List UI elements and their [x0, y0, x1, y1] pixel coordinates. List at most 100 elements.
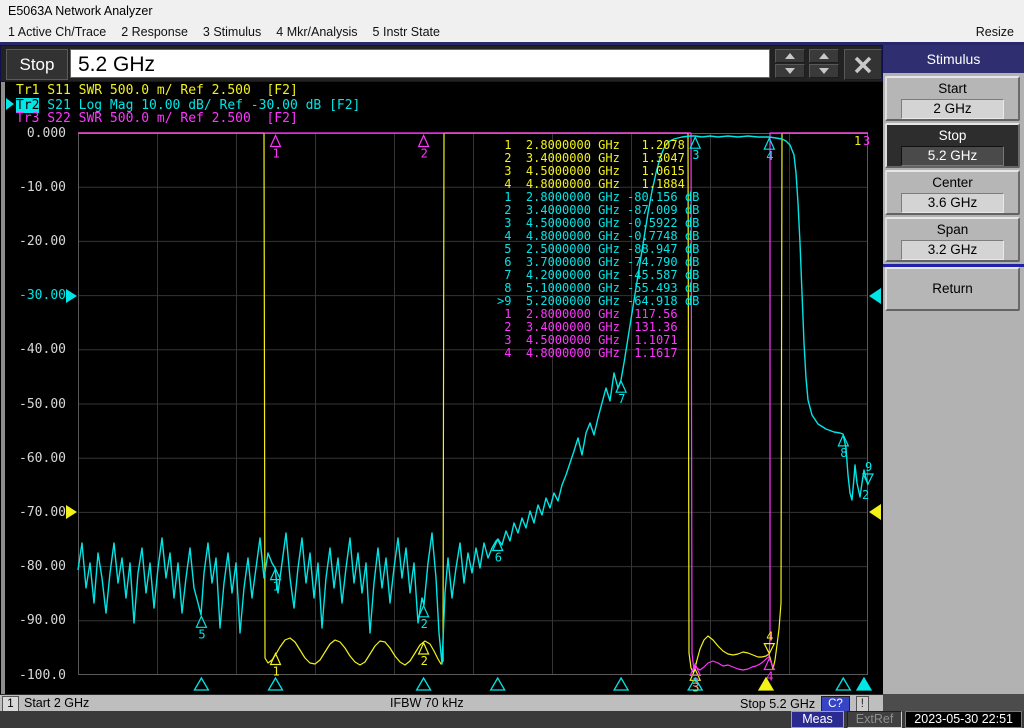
marker-1-label: 1	[273, 580, 280, 594]
softkey-span[interactable]: Span 3.2 GHz	[885, 217, 1020, 262]
softkey-value: 3.2 GHz	[901, 240, 1004, 260]
marker-position-triangle	[417, 678, 431, 690]
trace-format: S22 SWR 500.0 m/ Ref 2.500 [F2]	[39, 111, 297, 126]
yellow-reference-marker-right-icon	[869, 504, 881, 520]
trace-number-edge-label: 3	[863, 134, 870, 148]
y-axis-tick-label: -60.00	[4, 451, 66, 466]
marker-position-triangle	[194, 678, 208, 690]
softkey-stop[interactable]: Stop5.2 GHz	[885, 123, 1020, 168]
menu-item[interactable]: 4 Mkr/Analysis	[276, 25, 357, 39]
marker-table: 1 2.8000000 GHz 1.2078 2 3.4000000 GHz 1…	[497, 139, 699, 360]
marker-1-label: 1	[273, 147, 280, 161]
marker-2-icon	[419, 136, 429, 147]
measurement-plot: 12341234123456789132	[78, 133, 868, 695]
return-button[interactable]: Return	[885, 267, 1020, 311]
extref-status-badge: ExtRef	[847, 711, 903, 728]
step-down-button[interactable]	[775, 64, 805, 78]
trace-info-block: Tr1 S11 SWR 500.0 m/ Ref 2.500 [F2]Tr2 S…	[6, 84, 360, 126]
return-button-label: Return	[887, 269, 1018, 309]
alert-badge: !	[856, 696, 869, 712]
softkey-start[interactable]: Start2 GHz	[885, 76, 1020, 121]
marker-1-label: 1	[273, 665, 280, 679]
marker-position-triangle	[614, 678, 628, 690]
y-axis-tick-label: -40.00	[4, 342, 66, 357]
meas-status-badge: Meas	[791, 711, 844, 728]
step-up-button[interactable]	[775, 49, 805, 63]
softkey-menu-title: Stimulus	[883, 45, 1024, 73]
correction-badge: C?	[821, 696, 850, 712]
stop-frequency-input[interactable]: 5.2 GHz	[70, 49, 770, 78]
trace-definition[interactable]: Tr1 S11 SWR 500.0 m/ Ref 2.500 [F2]	[6, 84, 360, 98]
menu-item[interactable]: 2 Response	[121, 25, 188, 39]
marker-2-label: 2	[421, 617, 428, 631]
step-up-button[interactable]	[809, 49, 839, 63]
y-axis-tick-label: -50.00	[4, 397, 66, 412]
cyan-reference-marker-right-icon	[869, 288, 881, 304]
softkey-label: Span	[887, 222, 1018, 237]
active-trace-arrow-icon	[6, 98, 14, 110]
channel-status-bar: 1 Start 2 GHz IFBW 70 kHz Stop 5.2 GHz C…	[0, 694, 883, 711]
channel-bar-right: Stop 5.2 GHz C? !	[740, 696, 869, 712]
menu-items: 1 Active Ch/Trace 2 Response 3 Stimulus 4 M…	[8, 25, 440, 39]
softkey-value: 3.6 GHz	[901, 193, 1004, 213]
app-window: E5063A Network Analyzer 1 Active Ch/Trac…	[0, 0, 1024, 728]
step-down-button[interactable]	[809, 64, 839, 78]
arrow-down-icon	[819, 68, 829, 74]
marker-7-label: 7	[618, 392, 625, 406]
entry-close-button[interactable]	[844, 49, 882, 80]
y-axis-tick-label: 0.000	[4, 126, 66, 141]
marker-5-icon	[196, 616, 206, 627]
marker-4-icon	[764, 138, 774, 149]
close-icon	[853, 55, 873, 75]
arrow-down-icon	[785, 68, 795, 74]
menubar: 1 Active Ch/Trace 2 Response 3 Stimulus 4 M…	[0, 22, 1024, 45]
softkey-center[interactable]: Center 3.6 GHz	[885, 170, 1020, 215]
trace-name: Tr1	[16, 83, 39, 98]
trace-number-edge-label: 1	[854, 134, 861, 148]
marker-4-label: 4	[766, 149, 773, 163]
start-frequency-readout: Start 2 GHz	[24, 696, 89, 710]
marker-2-label: 2	[421, 654, 428, 668]
y-axis-tick-label: -90.00	[4, 613, 66, 628]
cyan-reference-marker-left-icon	[66, 289, 77, 303]
resize-control[interactable]: Resize	[976, 25, 1014, 39]
trace-number-edge-label: 2	[862, 488, 869, 502]
menu-item[interactable]: 3 Stimulus	[203, 25, 261, 39]
softkey-label: Center	[887, 175, 1018, 190]
marker-position-triangle	[269, 678, 283, 690]
y-axis-tick-label: -70.00	[4, 505, 66, 520]
marker-position-triangle	[857, 678, 871, 690]
y-axis-tick-label: -80.00	[4, 559, 66, 574]
y-axis-tick-label: -30.00	[4, 288, 66, 303]
marker-1-icon	[271, 136, 281, 147]
channel-number: 1	[2, 696, 19, 712]
y-axis-tick-label: -10.00	[4, 180, 66, 195]
ifbw-readout: IFBW 70 kHz	[390, 696, 464, 710]
trace-definition[interactable]: Tr3 S22 SWR 500.0 m/ Ref 2.500 [F2]	[6, 112, 360, 126]
marker-4-label: 4	[766, 630, 773, 644]
y-axis-tick-label: -20.00	[4, 234, 66, 249]
marker-5-label: 5	[198, 627, 205, 641]
analyzer-screen: Tr1 S11 SWR 500.0 m/ Ref 2.500 [F2]Tr2 S…	[0, 82, 883, 694]
marker-2-label: 2	[421, 147, 428, 161]
coarse-stepper	[775, 49, 805, 78]
window-title: E5063A Network Analyzer	[8, 4, 153, 18]
softkey-value: 2 GHz	[901, 99, 1004, 119]
trace-definition[interactable]: Tr2 S21 Log Mag 10.00 dB/ Ref -30.00 dB …	[6, 98, 360, 113]
arrow-up-icon	[785, 53, 795, 59]
menu-item[interactable]: 5 Instr State	[373, 25, 440, 39]
menu-item[interactable]: 1 Active Ch/Trace	[8, 25, 106, 39]
y-axis-tick-label: -100.0	[4, 668, 66, 683]
marker-9-label: 9	[865, 460, 872, 474]
stop-frequency-readout: Stop 5.2 GHz	[740, 697, 815, 711]
instrument-status-bar: Meas ExtRef 2023-05-30 22:51	[0, 711, 1024, 728]
marker-table-row: 4 4.8000000 GHz 1.1617	[497, 347, 699, 360]
softkey-menu: Stimulus Start2 GHzStop5.2 GHz Center 3.6 …	[883, 45, 1024, 694]
trace-format: S11 SWR 500.0 m/ Ref 2.500 [F2]	[39, 83, 297, 98]
marker-position-triangle	[836, 678, 850, 690]
marker-8-label: 8	[840, 446, 847, 460]
marker-position-triangle	[491, 678, 505, 690]
yellow-reference-marker-left-icon	[66, 505, 77, 519]
marker-6-label: 6	[495, 551, 502, 565]
sidebar-bottom-filler	[883, 694, 1024, 711]
